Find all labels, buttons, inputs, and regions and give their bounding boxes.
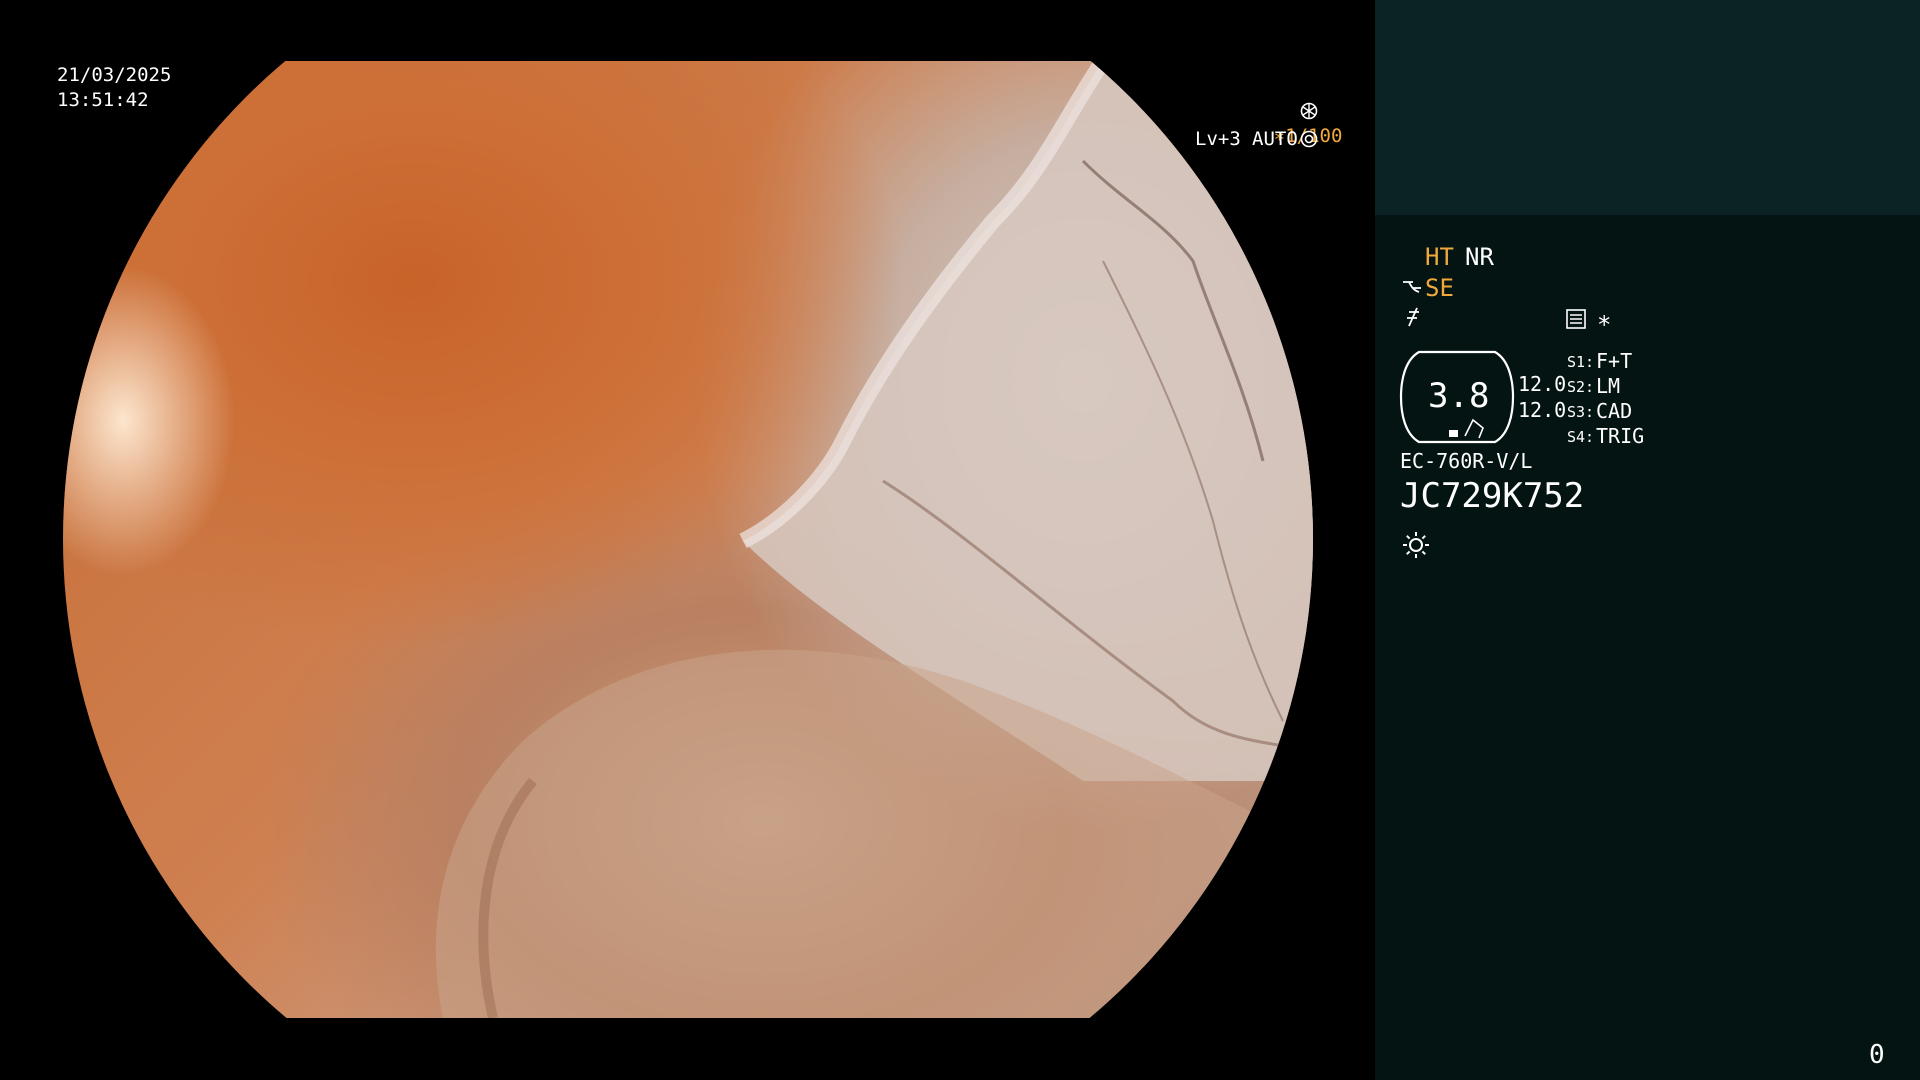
endoscopy-monitor: 21/03/2025 13:51:42 ∗1/100 Lv+3 AUTO HT … bbox=[0, 0, 1920, 1080]
switch-key-s4: S4: bbox=[1567, 428, 1595, 446]
panel-header-area bbox=[1375, 0, 1920, 215]
switch-label-s2: LM bbox=[1596, 374, 1621, 398]
gauge-side-value: 12.0 bbox=[1518, 372, 1567, 396]
image-counter: 0 bbox=[1869, 1040, 1885, 1070]
time-label: 13:51:42 bbox=[57, 89, 149, 111]
nr-indicator: NR bbox=[1465, 243, 1494, 271]
switch-label-s3: CAD bbox=[1596, 399, 1633, 423]
light-level: Lv+3 bbox=[1195, 128, 1241, 150]
switch-key-s3: S3: bbox=[1567, 403, 1595, 421]
light-mode: AUTO bbox=[1252, 128, 1298, 150]
scope-model: EC-760R-V/L bbox=[1400, 449, 1533, 473]
switch-key-s1: S1: bbox=[1567, 353, 1595, 371]
switch-key-s2: S2: bbox=[1567, 378, 1595, 396]
aperture-icon bbox=[1300, 102, 1318, 120]
sun-icon bbox=[1403, 532, 1429, 558]
scope-tip-icon bbox=[1403, 281, 1421, 293]
memo-icon bbox=[1566, 309, 1586, 329]
se-indicator: SE bbox=[1425, 274, 1454, 302]
ht-indicator: HT bbox=[1425, 243, 1454, 271]
date-label: 21/03/2025 bbox=[57, 64, 172, 86]
endoscopic-image bbox=[63, 61, 1313, 1018]
info-panel: HT NR SE ∗ 3.8 12.0 12.0 S1: F+T S2: LM … bbox=[1375, 0, 1920, 1080]
gauge-side-value: 12.0 bbox=[1518, 398, 1567, 422]
switch-label-s1: F+T bbox=[1596, 349, 1633, 373]
switch-label-s4: TRIG bbox=[1596, 424, 1645, 448]
mucosa-illustration bbox=[435, 61, 1313, 1018]
no-freeze-icon bbox=[1407, 307, 1419, 327]
asterisk-marker: ∗ bbox=[1597, 306, 1612, 334]
scope-serial: JC729K752 bbox=[1400, 476, 1585, 516]
iris-icon bbox=[1300, 130, 1318, 148]
gauge-value: 3.8 bbox=[1428, 376, 1490, 416]
